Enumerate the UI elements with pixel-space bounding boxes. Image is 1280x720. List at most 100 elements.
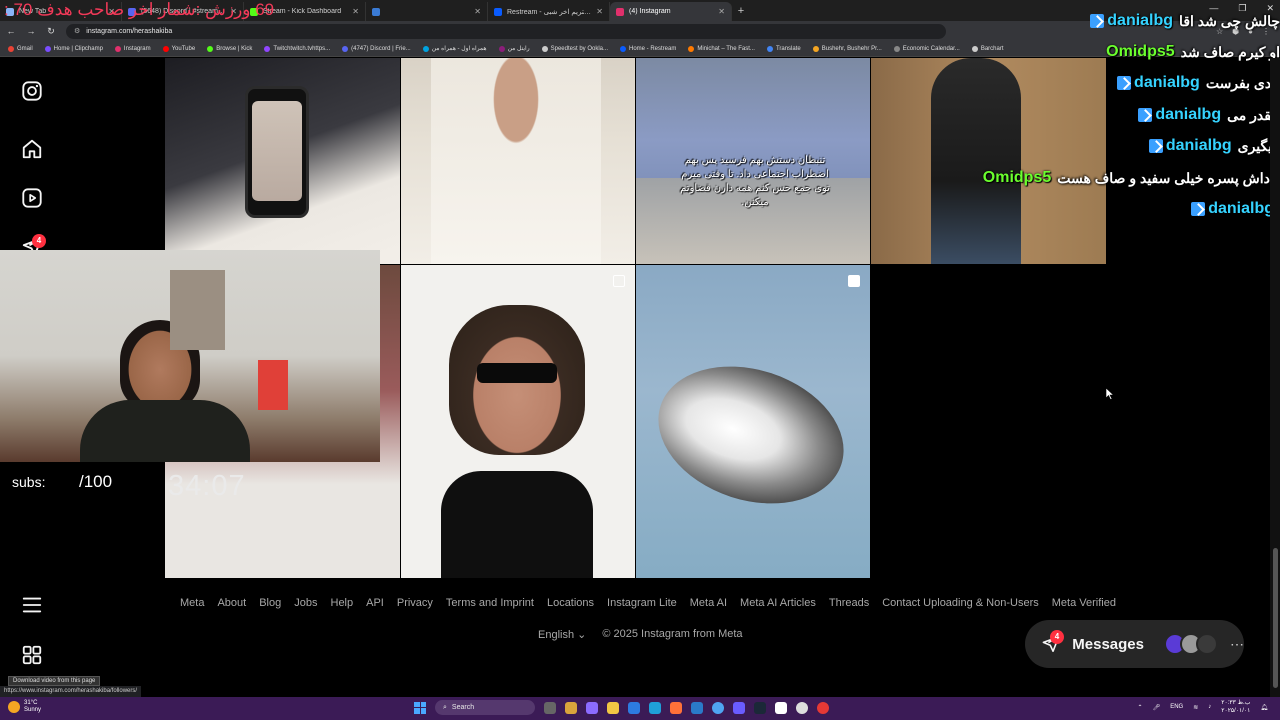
r-app-icon[interactable] [775, 701, 787, 714]
bookmark-item[interactable]: Gmail [8, 45, 33, 52]
wifi-icon[interactable]: ≋ [1193, 704, 1198, 711]
bookmark-label: (4747) Discord | Frie... [351, 45, 411, 52]
footer-link[interactable]: Terms and Imprint [446, 597, 534, 609]
bookmark-item[interactable]: همراه اول - همراه من [422, 45, 487, 52]
back-icon[interactable]: ← [6, 26, 16, 36]
reels-icon[interactable] [21, 187, 43, 209]
footer-link[interactable]: About [217, 597, 246, 609]
folder-icon[interactable] [607, 701, 619, 714]
mic-icon[interactable]: 🎤︎ [1153, 704, 1161, 711]
chat-username: Omidps5 [983, 169, 1051, 187]
task-view-icon[interactable] [544, 701, 556, 714]
taskbar-search[interactable]: ⌕ Search [435, 700, 535, 715]
download-video-tooltip[interactable]: Download video from this page [8, 676, 101, 686]
bookmark-item[interactable]: Twitchtwitch.tvhttps... [264, 45, 330, 52]
close-tab-icon[interactable]: ✕ [474, 7, 481, 16]
bookmark-item[interactable]: Home | Clipchamp [44, 45, 103, 52]
post-tile[interactable] [401, 58, 635, 264]
windows-start-icon[interactable] [414, 701, 426, 714]
bookmark-item[interactable]: رایتل من [498, 45, 530, 52]
post-tile[interactable]: تنبطان دستش بهم فرسید پس بهم اضطراب اجتم… [636, 58, 870, 264]
footer-link[interactable]: Meta Verified [1052, 597, 1116, 609]
lang-indicator[interactable]: ENG [1170, 704, 1183, 710]
messages-label: Messages [1072, 635, 1144, 653]
notifications-icon[interactable]: 🔔︎ [1260, 704, 1268, 711]
post-caption: تنبطان دستش بهم فرسید پس بهم اضطراب اجتم… [680, 155, 830, 208]
browser-tab[interactable]: (4) Instagram ✕ [610, 2, 732, 21]
also-from-meta-icon[interactable] [21, 644, 43, 666]
post-tile[interactable] [165, 58, 400, 264]
steam-icon[interactable] [754, 701, 766, 714]
hamburger-menu-icon[interactable] [21, 594, 43, 616]
chat-username-text: danialbg [1165, 137, 1232, 154]
chevron-up-icon[interactable]: ⌃ [1138, 704, 1143, 711]
footer-link[interactable]: Meta AI Articles [740, 597, 816, 609]
bookmark-favicon-icon [422, 45, 429, 52]
notification-badge: 4 [32, 234, 46, 248]
close-tab-icon[interactable]: ✕ [596, 7, 603, 16]
new-tab-button[interactable]: + [732, 5, 750, 17]
forward-icon[interactable]: → [26, 26, 36, 36]
clock[interactable]: ۲۰:۳۳ ب.ظ ۲۰۲۵/۰۱/۰۱ [1221, 699, 1250, 715]
bookmark-item[interactable]: Minichat – The Fast... [688, 45, 755, 52]
footer-link[interactable]: API [366, 597, 384, 609]
bookmark-item[interactable]: Speedtest by Ookla... [541, 45, 608, 52]
scrollbar-thumb[interactable] [1273, 548, 1278, 688]
bookmark-favicon-icon [893, 45, 900, 52]
browser-tab[interactable]: ✕ [366, 2, 488, 21]
footer-link[interactable]: Help [331, 597, 354, 609]
close-tab-icon[interactable]: ✕ [352, 7, 359, 16]
footer-link[interactable]: Meta AI [690, 597, 727, 609]
bookmark-item[interactable]: Bushehr, Bushehr Pr... [812, 45, 882, 52]
instagram-logo-icon[interactable] [21, 80, 43, 102]
bookmark-item[interactable]: Barchart [971, 45, 1004, 52]
post-tile[interactable] [401, 265, 635, 578]
system-tray: ⌃ 🎤︎ ENG ≋ ♪ ۲۰:۳۳ ب.ظ ۲۰۲۵/۰۱/۰۱ 🔔︎ [1138, 699, 1268, 715]
post-tile[interactable] [636, 265, 870, 578]
site-info-icon[interactable]: ⚙ [74, 27, 80, 35]
bookmark-item[interactable]: Browse | Kick [207, 45, 252, 52]
firefox-icon[interactable] [670, 701, 682, 714]
screen: New Tab✕(5648) Discord | #stream-anno...… [0, 0, 1280, 720]
bookmark-item[interactable]: Home - Restream [620, 45, 676, 52]
obs-icon[interactable] [817, 701, 829, 714]
weather-widget[interactable]: 31°C Sunny [8, 700, 41, 714]
home-icon[interactable] [21, 138, 43, 160]
chat-message: چالش چی شد اقا danialbg [1090, 12, 1280, 30]
bookmark-item[interactable]: Economic Calendar... [893, 45, 960, 52]
footer-link[interactable]: Privacy [397, 597, 433, 609]
bookmark-item[interactable]: Translate [766, 45, 801, 52]
footer-link[interactable]: Contact Uploading & Non-Users [882, 597, 1039, 609]
bookmark-item[interactable]: Instagram [114, 45, 151, 52]
messages-button[interactable]: Messages ⋯ [1025, 620, 1244, 668]
language-selector[interactable]: English ⌄ [538, 628, 586, 641]
bookmark-label: Barchart [980, 45, 1004, 52]
footer-link[interactable]: Blog [259, 597, 281, 609]
footer-link[interactable]: Jobs [294, 597, 317, 609]
chat-username: danialbg [1148, 137, 1232, 155]
chrome-icon[interactable] [712, 701, 724, 714]
bookmark-favicon-icon [8, 45, 14, 52]
reload-icon[interactable]: ↻ [46, 26, 56, 37]
close-tab-icon[interactable]: ✕ [718, 7, 725, 16]
bookmark-item[interactable]: YouTube [162, 45, 195, 52]
volume-icon[interactable]: ♪ [1208, 704, 1211, 710]
browser-tab[interactable]: Restream - استریم اخر شبی ✕ [488, 2, 610, 21]
footer-link[interactable]: Locations [547, 597, 594, 609]
footer-links: Meta About Blog Jobs Help API Privacy Terms and… [180, 597, 1116, 609]
vscode-icon[interactable] [691, 701, 703, 714]
platform-badge-icon [1148, 139, 1163, 153]
store-icon[interactable] [628, 701, 640, 714]
stats-icon[interactable] [733, 701, 745, 714]
post-tile[interactable] [871, 58, 1106, 264]
edge-icon[interactable] [649, 701, 661, 714]
bookmark-label: Minichat – The Fast... [697, 45, 755, 52]
url-input[interactable]: ⚙ instagram.com/herashakiba [66, 23, 946, 39]
footer-link[interactable]: Meta [180, 597, 204, 609]
bookmark-item[interactable]: (4747) Discord | Frie... [342, 45, 411, 52]
footer-link[interactable]: Threads [829, 597, 869, 609]
file-explorer-icon[interactable] [565, 701, 577, 714]
teams-icon[interactable] [586, 701, 598, 714]
footer-link[interactable]: Instagram Lite [607, 597, 677, 609]
settings-icon[interactable] [796, 701, 808, 714]
